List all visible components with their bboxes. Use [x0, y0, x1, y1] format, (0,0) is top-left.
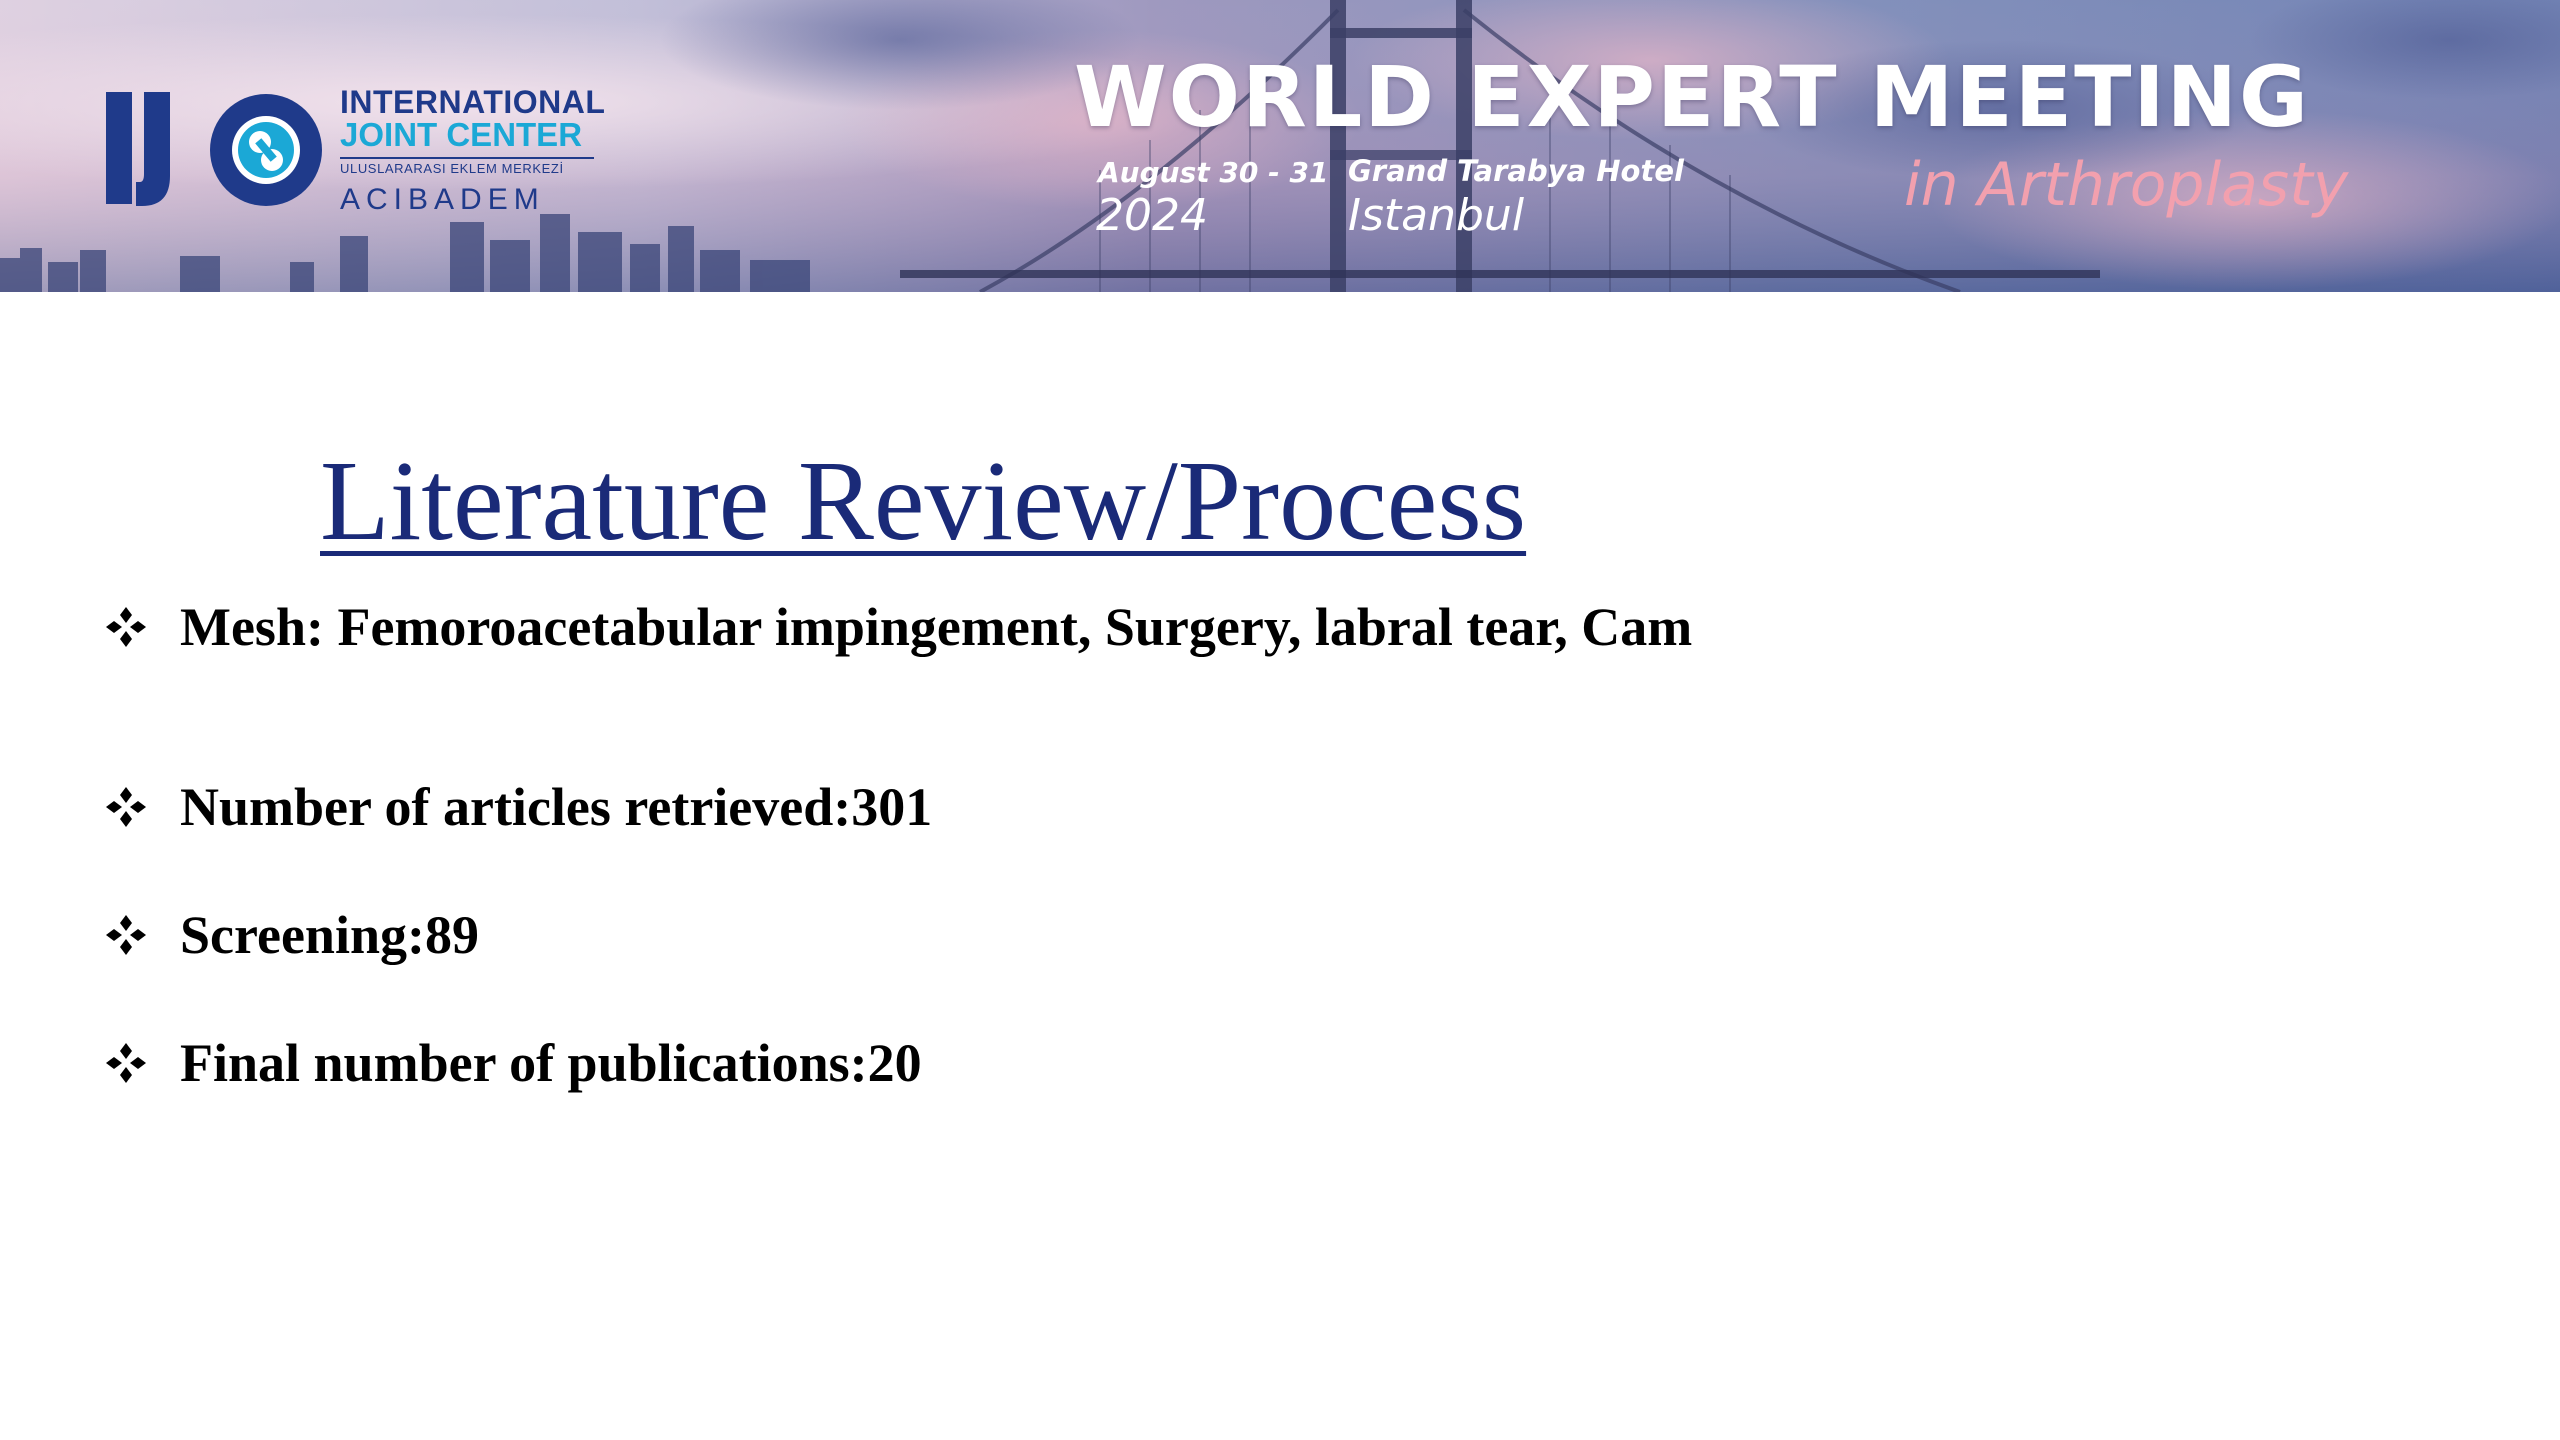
four-diamond-bullet-icon [106, 1043, 146, 1083]
event-dates: August 30 - 31 [1098, 156, 1329, 189]
logo-line-international: INTERNATIONAL [340, 84, 606, 120]
bullet-text: Final number of publications:20 [180, 1033, 922, 1093]
event-year: 2024 [1096, 190, 1208, 241]
logo-wordmark: INTERNATIONAL JOINT CENTER ULUSLARARASI … [340, 86, 605, 215]
four-diamond-bullet-icon [106, 787, 146, 827]
slide: INTERNATIONAL JOINT CENTER ULUSLARARASI … [0, 0, 2560, 1440]
bullet-text: Number of articles retrieved:301 [180, 777, 933, 837]
ijc-logo: INTERNATIONAL JOINT CENTER ULUSLARARASI … [104, 84, 624, 224]
bullet-text: Mesh: Femoroacetabular impingement, Surg… [180, 597, 1693, 657]
bullet-item: Mesh: Femoroacetabular impingement, Surg… [104, 600, 1692, 654]
four-diamond-bullet-icon [106, 607, 146, 647]
event-subtitle: in Arthroplasty [1904, 150, 2349, 220]
four-diamond-bullet-icon [106, 915, 146, 955]
logo-line-joint-center: JOINT CENTER [340, 116, 583, 153]
bullet-text: Screening:89 [180, 905, 479, 965]
logo-line-turkish: ULUSLARARASI EKLEM MERKEZİ [340, 157, 594, 175]
event-city: Istanbul [1348, 190, 1525, 241]
event-title: WORLD EXPERT MEETING [1074, 48, 2310, 146]
slide-title: Literature Review/Process [320, 437, 1527, 564]
logo-line-acibadem: ACIBADEM [340, 183, 545, 216]
bullet-item: Number of articles retrieved:301 [104, 780, 932, 834]
bullet-item: Final number of publications:20 [104, 1036, 922, 1090]
conference-banner: INTERNATIONAL JOINT CENTER ULUSLARARASI … [0, 0, 2560, 292]
event-venue: Grand Tarabya Hotel [1348, 154, 1684, 188]
bullet-item: Screening:89 [104, 908, 479, 962]
joint-logo-icon [106, 92, 322, 206]
